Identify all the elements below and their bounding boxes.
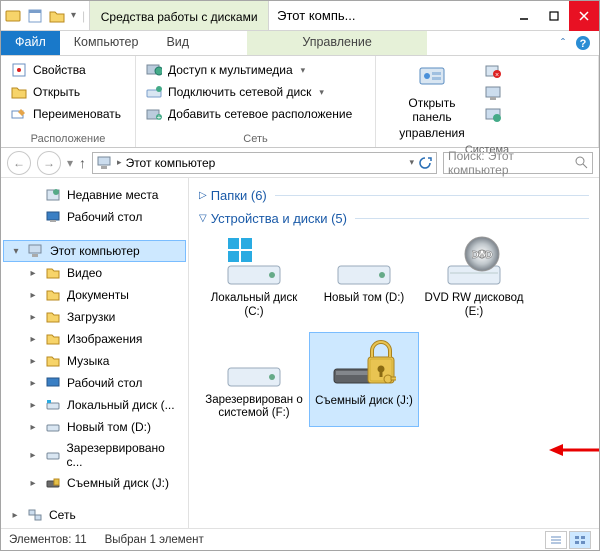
ribbon-map-drive[interactable]: Подключить сетевой диск▾ (142, 82, 369, 102)
group-devices[interactable]: ▽Устройства и диски (5) (199, 207, 589, 230)
tab-file[interactable]: Файл (1, 31, 60, 55)
nav-pictures[interactable]: ▸Изображения (3, 328, 186, 350)
drive-j[interactable]: Съемный диск (J:) (309, 332, 419, 428)
annotation-arrow (549, 438, 599, 462)
help-icon[interactable]: ? (575, 35, 591, 51)
ribbon-system-icon[interactable] (484, 84, 502, 102)
nav-new-d[interactable]: ▸Новый том (D:) (3, 416, 186, 438)
ribbon-group-network: Сеть (142, 131, 369, 145)
ribbon-add-net-location[interactable]: +Добавить сетевое расположение (142, 104, 369, 124)
nav-reserved[interactable]: ▸Зарезервировано с... (3, 438, 186, 472)
nav-network[interactable]: ▸Сеть (3, 504, 186, 526)
nav-downloads[interactable]: ▸Загрузки (3, 306, 186, 328)
nav-music[interactable]: ▸Музыка (3, 350, 186, 372)
drive-d[interactable]: Новый том (D:) (309, 230, 419, 326)
drive-e[interactable]: DVD DVD RW дисковод (E:) (419, 230, 529, 326)
drive-icon (332, 236, 396, 288)
tab-manage[interactable]: Управление (247, 31, 427, 55)
content-pane[interactable]: ▷Папки (6) ▽Устройства и диски (5) Локал… (189, 178, 599, 528)
close-button[interactable] (569, 1, 599, 31)
drive-icon (222, 236, 286, 288)
status-items: Элементов: 11 (9, 534, 87, 546)
address-dropdown-icon[interactable]: ▾ (409, 157, 414, 168)
search-input[interactable]: Поиск: Этот компьютер (443, 152, 593, 174)
refresh-icon[interactable] (418, 156, 432, 170)
nav-history-icon[interactable]: ▾ (67, 156, 73, 170)
ribbon-uninstall-icon[interactable]: × (484, 62, 502, 80)
minimize-ribbon-icon[interactable]: ˆ (561, 36, 565, 50)
dvd-icon: DVD (442, 236, 506, 288)
nav-desktop[interactable]: Рабочий стол (3, 206, 186, 228)
ribbon-media-access[interactable]: Доступ к мультимедиа▾ (142, 60, 369, 80)
pc-icon (97, 156, 113, 170)
ribbon-properties[interactable]: Свойства (7, 60, 129, 80)
nav-removable-j[interactable]: ▸Съемный диск (J:) (3, 472, 186, 494)
drive-icon (222, 338, 286, 390)
tool-tab-label: Средства работы с дисками (100, 10, 258, 24)
drive-f[interactable]: Зарезервирован о системой (F:) (199, 332, 309, 428)
qat-folder-icon[interactable] (49, 8, 65, 24)
svg-text:×: × (495, 72, 499, 79)
view-icons-button[interactable] (569, 531, 591, 549)
app-icon (5, 8, 21, 24)
nav-documents[interactable]: ▸Документы (3, 284, 186, 306)
svg-text:DVD: DVD (471, 250, 492, 261)
nav-recent[interactable]: Недавние места (3, 184, 186, 206)
minimize-button[interactable] (509, 1, 539, 31)
svg-text:+: + (157, 113, 162, 121)
status-selected: Выбран 1 элемент (105, 534, 204, 546)
navigation-pane[interactable]: Недавние места Рабочий стол ▾Этот компью… (1, 178, 189, 528)
ribbon-open-control-panel[interactable]: Открыть панель управления (382, 60, 482, 142)
nav-local-c[interactable]: ▸Локальный диск (... (3, 394, 186, 416)
tab-view[interactable]: Вид (152, 31, 203, 55)
dropdown-icon: ▾ (319, 87, 324, 98)
qat-dropdown-icon[interactable]: ▾ (71, 10, 76, 21)
search-icon (575, 156, 588, 169)
nav-desktop2[interactable]: ▸Рабочий стол (3, 372, 186, 394)
drive-c[interactable]: Локальный диск (C:) (199, 230, 309, 326)
window-title: Этот компь... (269, 1, 509, 30)
search-placeholder: Поиск: Этот компьютер (448, 149, 571, 177)
address-bar[interactable]: ▸ Этот компьютер ▾ (92, 152, 437, 174)
nav-this-pc[interactable]: ▾Этот компьютер (3, 240, 186, 262)
address-path: Этот компьютер (126, 156, 216, 170)
tab-computer[interactable]: Компьютер (60, 31, 153, 55)
ribbon-manage-icon[interactable] (484, 106, 502, 124)
maximize-button[interactable] (539, 1, 569, 31)
nav-back-button[interactable]: ← (7, 151, 31, 175)
svg-text:?: ? (580, 38, 587, 50)
nav-video[interactable]: ▸Видео (3, 262, 186, 284)
dropdown-icon: ▾ (301, 65, 306, 76)
contextual-tab-group: Средства работы с дисками (89, 1, 269, 30)
nav-up-button[interactable]: ↑ (79, 155, 86, 171)
view-details-button[interactable] (545, 531, 567, 549)
ribbon-group-location: Расположение (7, 131, 129, 145)
nav-forward-button[interactable]: → (37, 151, 61, 175)
ribbon-open[interactable]: Открыть (7, 82, 129, 102)
qat-properties-icon[interactable] (27, 8, 43, 24)
ribbon-rename[interactable]: Переименовать (7, 104, 129, 124)
locked-drive-icon (332, 339, 396, 391)
group-folders[interactable]: ▷Папки (6) (199, 184, 589, 207)
